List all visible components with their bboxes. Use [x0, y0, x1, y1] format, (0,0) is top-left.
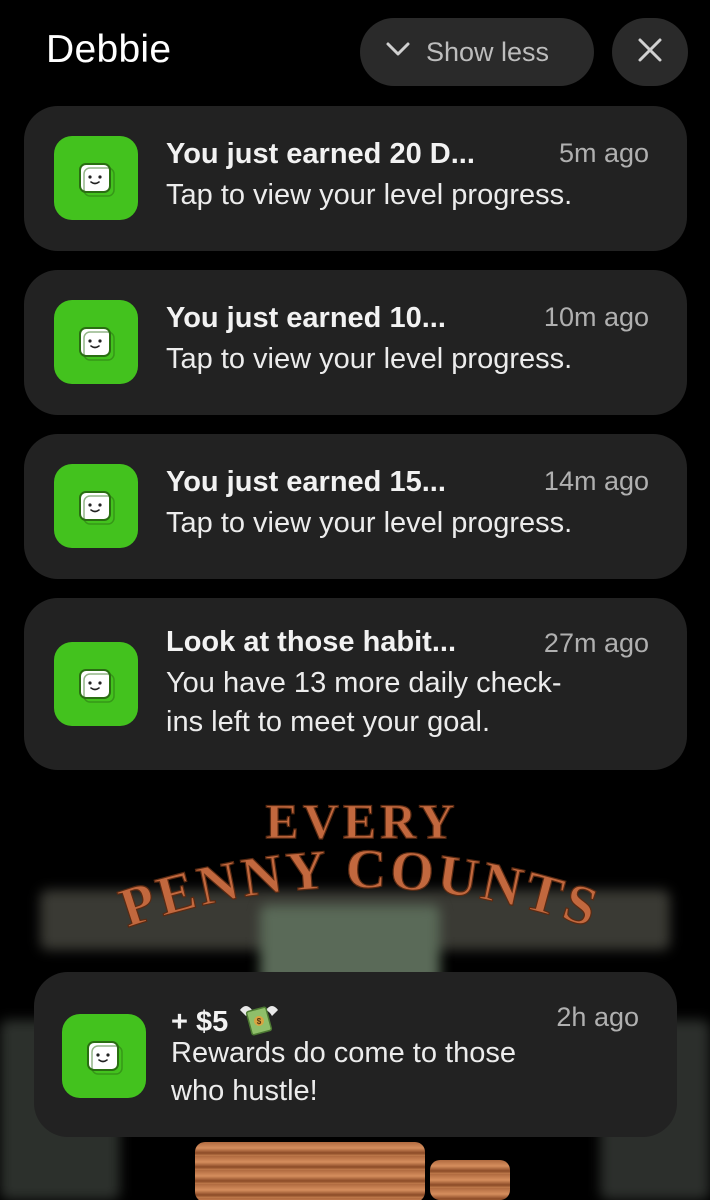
app-icon: [54, 300, 138, 384]
show-less-button[interactable]: Show less: [360, 18, 594, 86]
app-icon: [62, 1014, 146, 1098]
app-logo-icon: [79, 669, 115, 703]
notification-card[interactable]: Look at those habit... 27m ago You have …: [24, 598, 687, 770]
notification-card[interactable]: You just earned 15... 14m ago Tap to vie…: [24, 434, 687, 579]
app-icon: [54, 642, 138, 726]
notification-title: You just earned 20 D...: [166, 138, 475, 170]
penny-stack: [430, 1160, 510, 1200]
notification-body: Tap to view your level progress.: [166, 179, 573, 211]
notification-body-line-1: Rewards do come to those: [171, 1037, 516, 1069]
notification-title: Look at those habit...: [166, 626, 457, 658]
notification-time: 5m ago: [558, 138, 649, 168]
app-logo-icon: [79, 491, 115, 525]
notification-body: Tap to view your level progress.: [166, 507, 573, 539]
svg-text:$: $: [257, 1017, 262, 1026]
group-title: Debbie: [46, 28, 172, 71]
app-icon: [54, 136, 138, 220]
notification-body-line-2: ins left to meet your goal.: [166, 706, 490, 738]
chevron-down-icon: [384, 35, 412, 70]
app-icon: [54, 464, 138, 548]
notification-time: 2h ago: [556, 1002, 639, 1032]
notification-card[interactable]: + $5 $ 2h ago Rewards do come to those w…: [34, 972, 677, 1137]
svg-text:PENNY COUNTS: PENNY COUNTS: [112, 838, 607, 940]
show-less-label: Show less: [426, 36, 550, 67]
every-penny-counts-title: EVERY PENNY COUNTS: [112, 792, 607, 941]
notification-time: 10m ago: [543, 302, 649, 332]
clear-group-button[interactable]: [612, 18, 688, 86]
poster-line-2: PENNY COUNTS: [112, 838, 605, 941]
penny-stack: [195, 1142, 425, 1200]
app-logo-icon: [79, 327, 115, 361]
notification-body-line-1: You have 13 more daily check-: [166, 667, 562, 699]
close-icon: [636, 36, 664, 69]
notification-body-line-2: who hustle!: [171, 1075, 318, 1107]
notification-time: 27m ago: [543, 628, 649, 658]
notification-group-header: Debbie Show less: [0, 0, 710, 110]
notification-card[interactable]: You just earned 20 D... 5m ago Tap to vi…: [24, 106, 687, 251]
notification-body: Tap to view your level progress.: [166, 343, 573, 375]
notification-title: You just earned 10...: [166, 302, 446, 334]
notification-time: 14m ago: [543, 466, 649, 496]
app-logo-icon: [87, 1041, 123, 1075]
notification-card[interactable]: You just earned 10... 10m ago Tap to vie…: [24, 270, 687, 415]
notification-title: You just earned 15...: [166, 466, 446, 498]
app-logo-icon: [79, 163, 115, 197]
